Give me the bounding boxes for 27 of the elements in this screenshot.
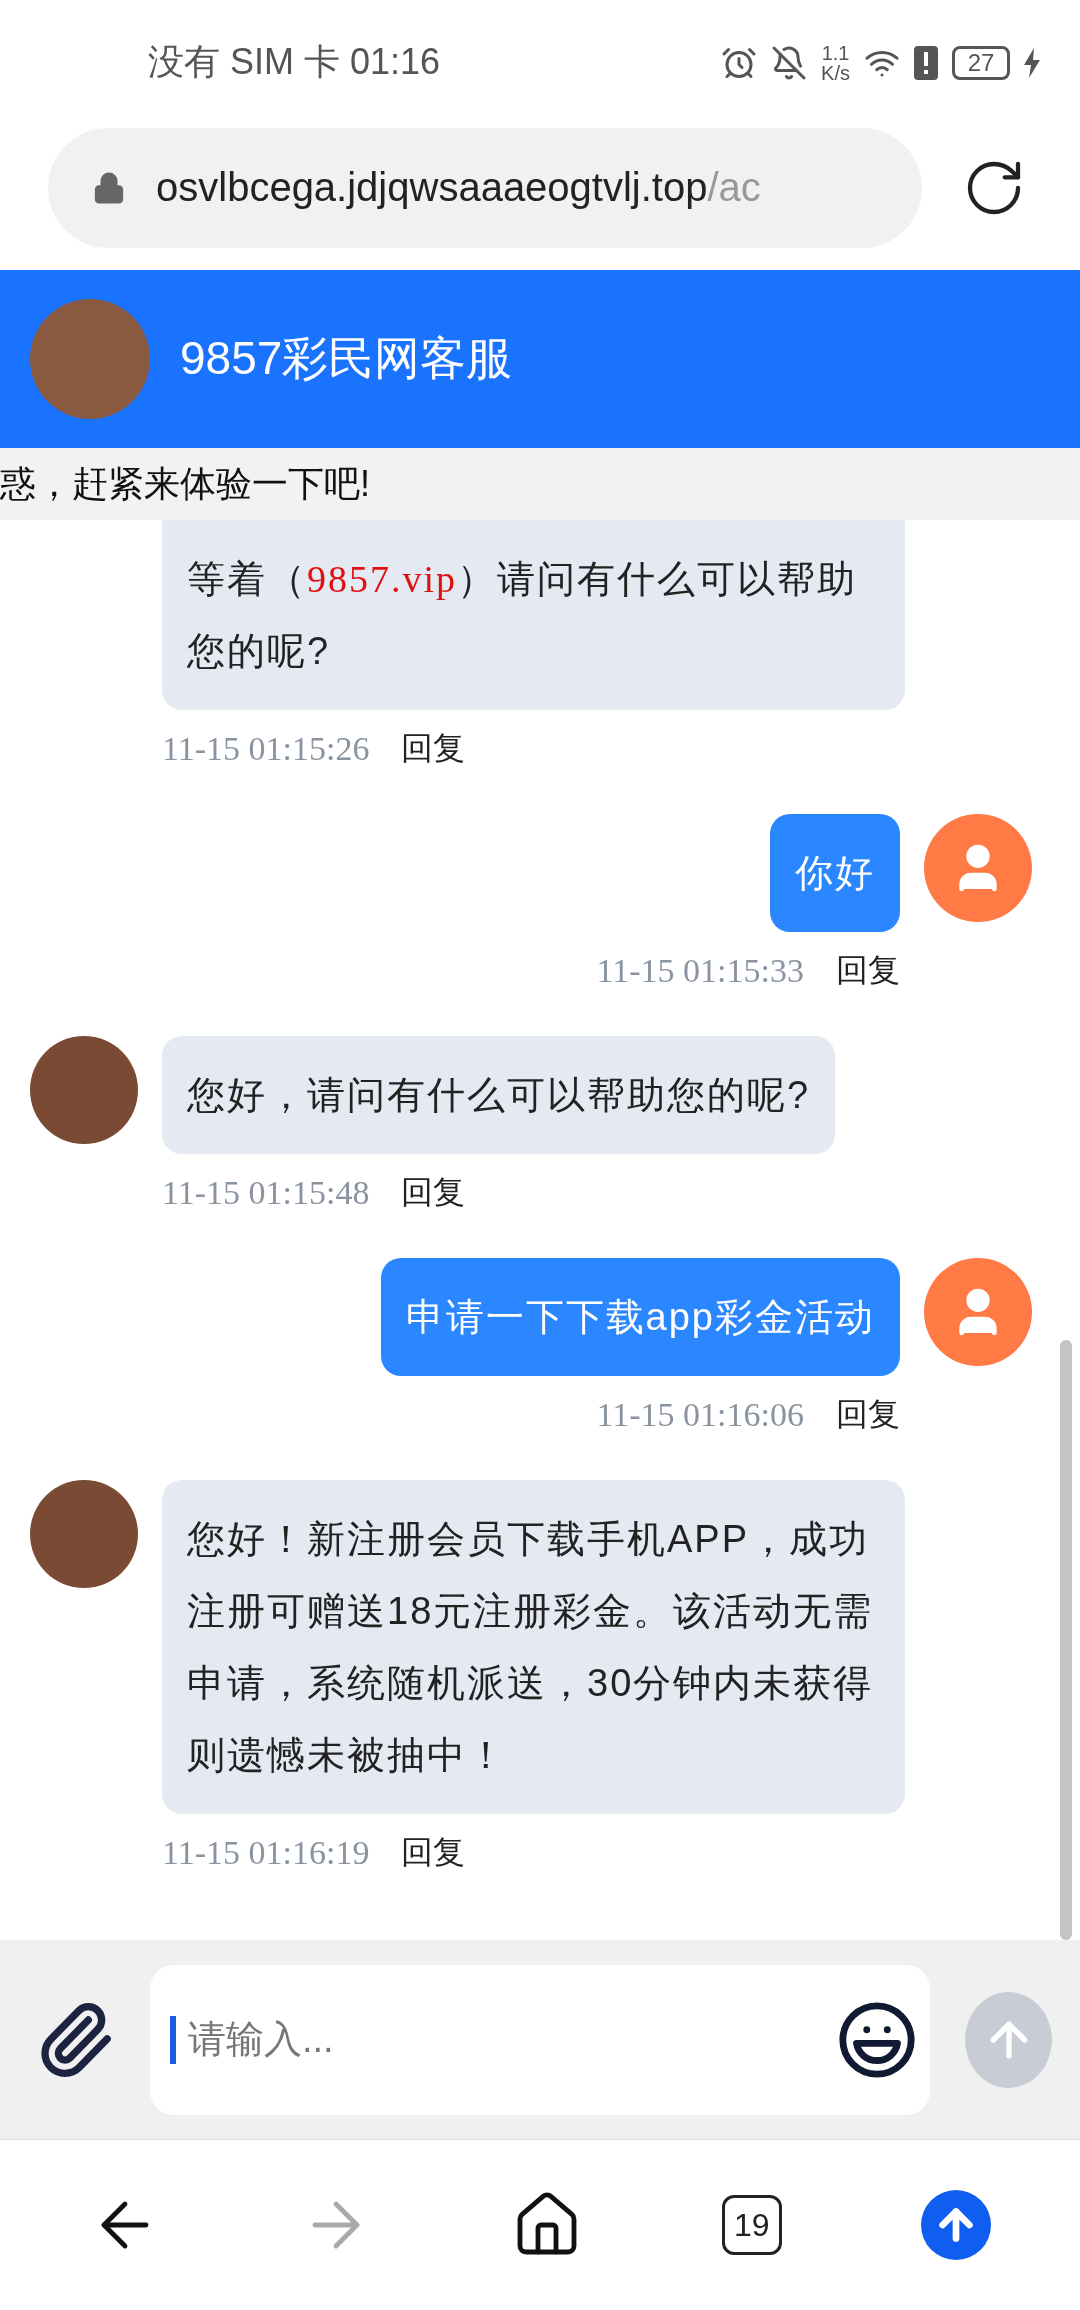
reply-link[interactable]: 回复 xyxy=(836,949,900,993)
bell-muted-icon xyxy=(771,44,808,81)
message-time: 11-15 01:15:48 xyxy=(162,1174,370,1212)
network-speed-text: 1.1 K/s xyxy=(821,42,850,83)
alert-icon xyxy=(914,45,938,80)
charging-icon xyxy=(1024,47,1040,78)
reply-link[interactable]: 回复 xyxy=(401,727,466,771)
lock-icon xyxy=(92,170,126,205)
notice-text: 惑，赶紧来体验一下吧! xyxy=(0,461,370,506)
message-time: 11-15 01:16:06 xyxy=(596,1396,804,1434)
tabs-button[interactable]: 19 xyxy=(721,2195,782,2255)
reply-link[interactable]: 回复 xyxy=(836,1393,900,1437)
message-bubble: 申请一下下载app彩金活动 xyxy=(380,1258,900,1376)
message-bubble: 您好，请问有什么可以帮助您的呢? xyxy=(162,1036,836,1154)
reply-link[interactable]: 回复 xyxy=(401,1171,466,1215)
reply-link[interactable]: 回复 xyxy=(401,1831,466,1875)
message-time: 11-15 01:16:19 xyxy=(162,1834,370,1872)
chat-title: 9857彩民网客服 xyxy=(180,331,513,386)
address-bar[interactable]: osvlbcega.jdjqwsaaaeogtvlj.top/ac xyxy=(48,127,922,248)
carrier-time-text: 没有 SIM 卡 01:16 xyxy=(148,40,441,84)
message-bubble: 等着（9857.vip）请问有什么可以帮助您的呢? xyxy=(162,520,905,710)
battery-icon: 27 xyxy=(952,45,1010,80)
message-time: 11-15 01:15:26 xyxy=(162,730,370,768)
message-bubble: 你好 xyxy=(770,814,900,932)
message-input-field[interactable]: 请输入... xyxy=(186,2017,826,2062)
message-time: 11-15 01:15:33 xyxy=(596,952,804,990)
message-bubble: 您好！新注册会员下载手机APP，成功注册可赠送18元注册彩金。该活动无需申请，系统随机派送，30分钟内未获得则遗憾未被抽中！ xyxy=(162,1480,905,1814)
